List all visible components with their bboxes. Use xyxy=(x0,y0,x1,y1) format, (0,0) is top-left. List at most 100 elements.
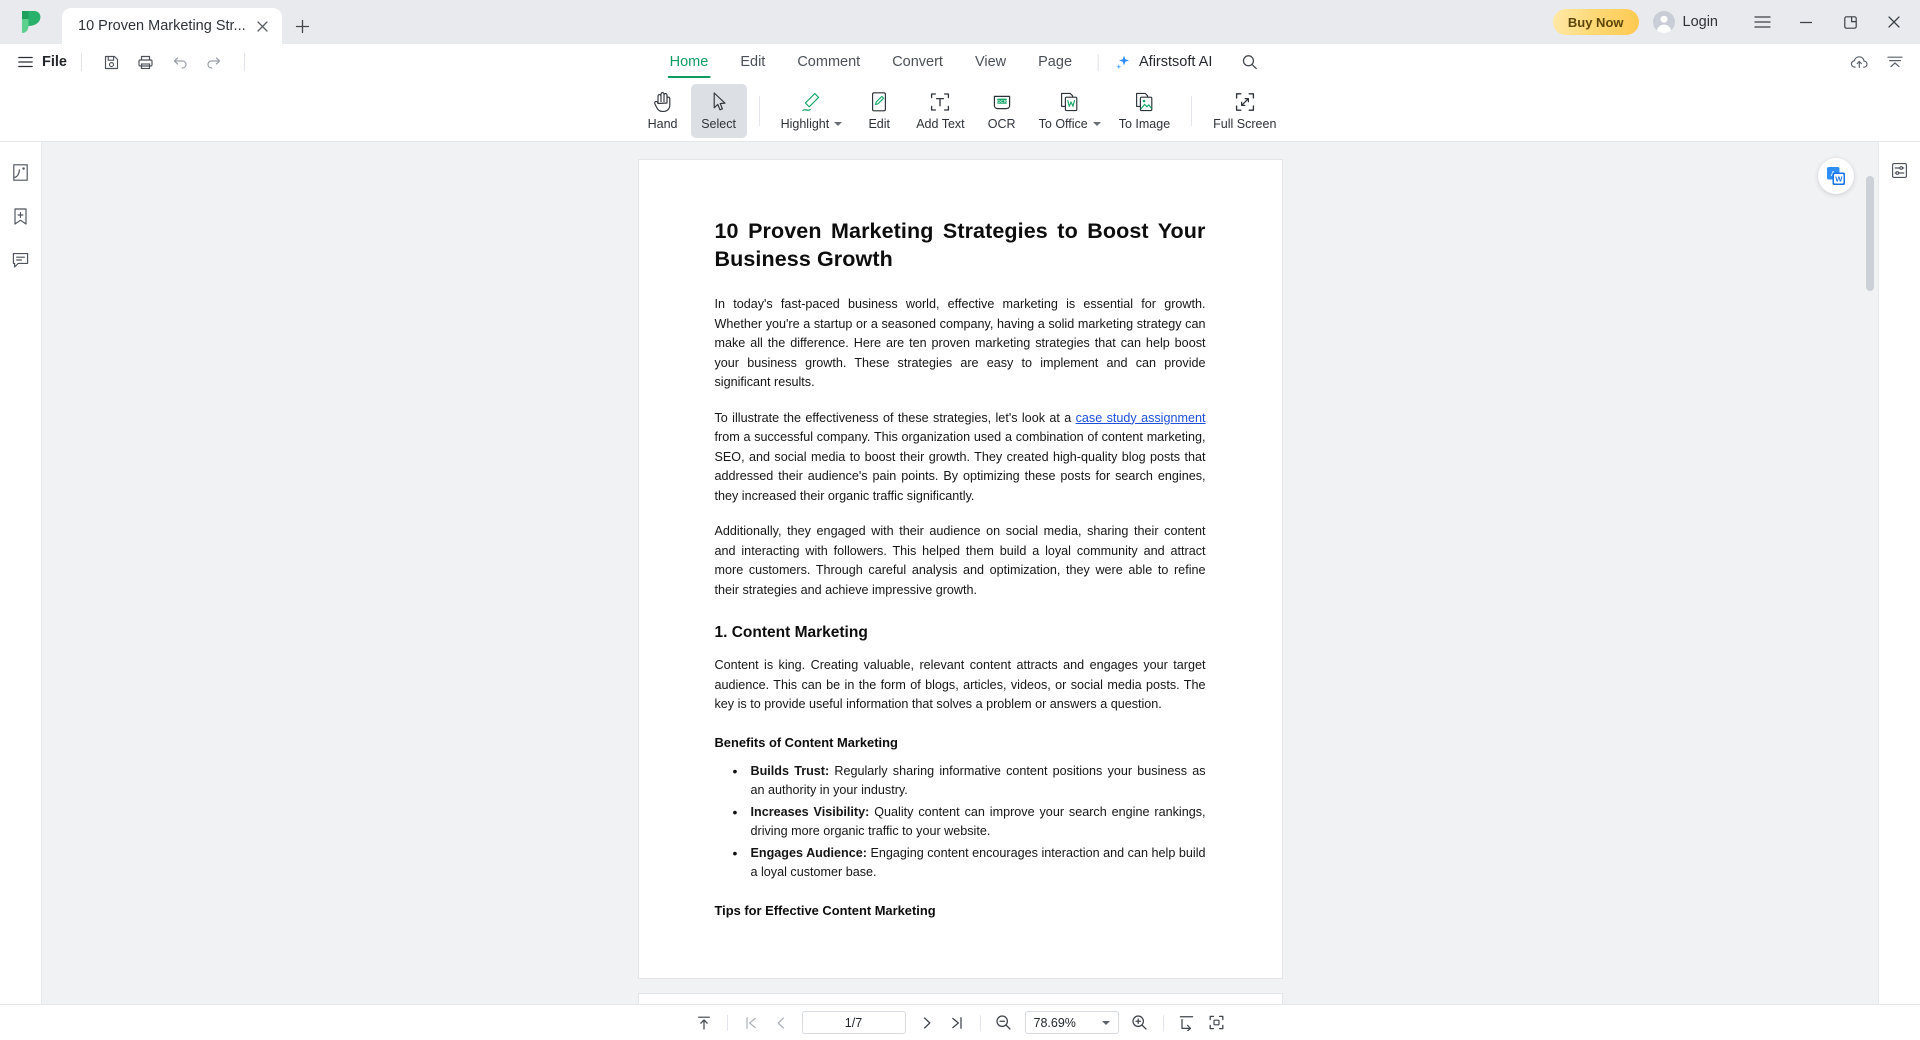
menu-bar: File Home Edit Comment Convert View Page… xyxy=(0,44,1920,80)
divider xyxy=(243,53,245,71)
zoom-out-button[interactable] xyxy=(989,1010,1019,1036)
undo-button[interactable] xyxy=(164,47,196,77)
minimize-button[interactable] xyxy=(1784,0,1828,44)
zoom-level-select[interactable]: 78.69% xyxy=(1024,1011,1119,1034)
tool-add-text[interactable]: Add Text xyxy=(907,84,973,138)
scroll-to-top-button[interactable] xyxy=(689,1010,719,1036)
section-1-paragraph: Content is king. Creating valuable, rele… xyxy=(714,658,1206,712)
bookmark-plus-icon xyxy=(14,207,27,225)
tool-select[interactable]: Select xyxy=(690,83,747,138)
sidebar-item-thumbnails[interactable] xyxy=(6,158,36,186)
tab-edit[interactable]: Edit xyxy=(724,44,781,80)
pdf-page-1: 10 Proven Marketing Strategies to Boost … xyxy=(638,160,1282,978)
sidebar-item-bookmarks[interactable] xyxy=(6,202,36,230)
paragraph-1: In today's fast-paced business world, ef… xyxy=(714,297,1206,390)
tab-convert[interactable]: Convert xyxy=(876,44,959,80)
title-bar: 10 Proven Marketing Str... Buy Now Login xyxy=(0,0,1920,44)
file-label: File xyxy=(42,54,67,70)
close-icon[interactable] xyxy=(254,17,272,35)
divider xyxy=(80,53,82,71)
svg-text:OCR: OCR xyxy=(997,98,1007,103)
comment-icon xyxy=(12,253,29,268)
page-stack: 10 Proven Marketing Strategies to Boost … xyxy=(42,142,1878,1004)
tab-page-label: Page xyxy=(1038,54,1073,70)
ocr-icon: OCR xyxy=(991,91,1013,113)
divider xyxy=(726,1014,728,1031)
sidebar-item-comments[interactable] xyxy=(6,246,36,274)
chevron-down-icon xyxy=(1101,1020,1110,1025)
new-tab-button[interactable] xyxy=(286,8,320,44)
zoom-in-icon xyxy=(1132,1015,1147,1030)
buy-now-button[interactable]: Buy Now xyxy=(1552,9,1639,35)
restore-window-icon xyxy=(1843,15,1857,29)
search-button[interactable] xyxy=(1232,45,1266,79)
tool-to-image[interactable]: To Image xyxy=(1110,84,1179,138)
app-menu-button[interactable] xyxy=(1740,0,1784,44)
home-toolbar: Hand Select Highlight Edit Add Text OCR … xyxy=(0,80,1920,142)
tool-full-screen-label: Full Screen xyxy=(1213,116,1277,131)
redo-button[interactable] xyxy=(198,47,230,77)
save-button[interactable] xyxy=(96,47,128,77)
edit-pencil-icon xyxy=(869,91,889,113)
document-tab[interactable]: 10 Proven Marketing Str... xyxy=(62,8,282,44)
page-number-input[interactable]: 1/7 xyxy=(801,1011,906,1034)
scroll-to-top-icon xyxy=(697,1016,710,1030)
translate-to-word-icon: A W xyxy=(1827,167,1845,185)
tool-full-screen[interactable]: Full Screen xyxy=(1204,84,1285,138)
paragraph-2-text-before: To illustrate the effectiveness of these… xyxy=(714,410,1076,425)
fit-page-button[interactable] xyxy=(1202,1010,1232,1036)
minimize-icon xyxy=(1799,21,1813,24)
first-page-icon xyxy=(745,1016,756,1029)
last-page-button[interactable] xyxy=(942,1010,972,1036)
login-label: Login xyxy=(1682,14,1718,30)
tool-to-image-label: To Image xyxy=(1118,116,1171,131)
paragraph-3: Additionally, they engaged with their au… xyxy=(714,524,1206,597)
highlighter-icon xyxy=(800,91,822,113)
tool-hand[interactable]: Hand xyxy=(635,84,691,138)
to-image-icon xyxy=(1134,91,1155,113)
next-page-button[interactable] xyxy=(912,1010,942,1036)
tool-to-office[interactable]: To Office xyxy=(1030,84,1110,138)
tool-edit[interactable]: Edit xyxy=(851,84,907,138)
list-item: Engages Audience: Engaging content encou… xyxy=(733,843,1206,883)
vertical-scrollbar[interactable] xyxy=(1866,176,1874,291)
print-button[interactable] xyxy=(130,47,162,77)
pdf-page-2 xyxy=(638,994,1282,1004)
tab-page[interactable]: Page xyxy=(1022,44,1088,80)
divider xyxy=(758,95,760,126)
document-tab-title: 10 Proven Marketing Str... xyxy=(78,18,246,34)
document-viewer[interactable]: 10 Proven Marketing Strategies to Boost … xyxy=(42,142,1878,1004)
tool-edit-label: Edit xyxy=(868,116,890,131)
afirstsoft-ai-button[interactable]: Afirstsoft AI xyxy=(1109,54,1218,71)
cursor-arrow-icon xyxy=(709,91,729,113)
cloud-upload-icon xyxy=(1850,55,1868,68)
cloud-upload-button[interactable] xyxy=(1844,47,1874,77)
tool-highlight[interactable]: Highlight xyxy=(772,84,852,138)
list-item-term: Builds Trust: xyxy=(750,763,830,778)
paragraph-2-text-after: from a successful company. This organiza… xyxy=(714,430,1206,503)
afirstsoft-ai-label: Afirstsoft AI xyxy=(1139,54,1213,70)
sparkle-ai-icon xyxy=(1116,55,1130,69)
tool-ocr[interactable]: OCR OCR xyxy=(974,84,1030,138)
file-menu-button[interactable]: File xyxy=(18,54,67,70)
section-1-heading: 1. Content Marketing xyxy=(714,624,868,642)
collapse-ribbon-button[interactable] xyxy=(1880,47,1910,77)
case-study-link[interactable]: case study assignment xyxy=(1076,411,1206,425)
tab-view-label: View xyxy=(974,54,1007,70)
tab-comment[interactable]: Comment xyxy=(781,44,876,80)
hamburger-menu-icon xyxy=(18,56,33,68)
previous-page-button[interactable] xyxy=(766,1010,796,1036)
first-page-button[interactable] xyxy=(736,1010,766,1036)
translate-badge[interactable]: A W xyxy=(1818,158,1854,194)
close-window-button[interactable] xyxy=(1872,0,1916,44)
plus-icon xyxy=(295,19,310,33)
zoom-in-button[interactable] xyxy=(1125,1010,1155,1036)
window-controls-group: Buy Now Login xyxy=(1552,0,1920,44)
maximize-button[interactable] xyxy=(1828,0,1872,44)
sidebar-item-properties[interactable] xyxy=(1885,156,1915,184)
fit-width-button[interactable] xyxy=(1172,1010,1202,1036)
tab-home[interactable]: Home xyxy=(654,44,725,80)
tab-view[interactable]: View xyxy=(959,44,1022,80)
login-button[interactable]: Login xyxy=(1652,11,1718,33)
previous-page-icon xyxy=(777,1016,784,1029)
